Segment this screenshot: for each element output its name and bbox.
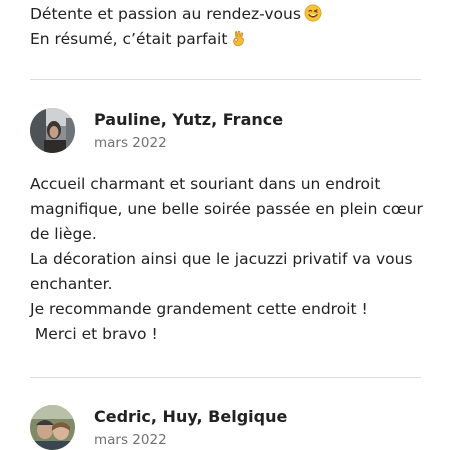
review-line: La décoration ainsi que le jacuzzi priva…	[30, 250, 413, 268]
review-line: magnifique, une belle soirée passée en p…	[30, 200, 423, 218]
avatar[interactable]	[30, 108, 75, 153]
divider	[30, 377, 421, 378]
avatar[interactable]	[30, 405, 75, 450]
review-date: mars 2022	[94, 135, 167, 151]
reviewer-name[interactable]: Cedric, Huy, Belgique	[94, 407, 287, 426]
review-line: Détente et passion au rendez-vous	[30, 2, 430, 27]
review-date: mars 2022	[94, 432, 167, 448]
review-line: de liège.	[30, 225, 97, 243]
review-line: enchanter.	[30, 275, 113, 293]
winking-face-emoji-icon	[304, 4, 322, 22]
previous-review-text: Détente et passion au rendez-vous En rés…	[30, 2, 430, 52]
reviewer-name[interactable]: Pauline, Yutz, France	[94, 110, 283, 129]
review-line: Je recommande grandement cette endroit !	[30, 300, 368, 318]
review-line: En résumé, c’était parfait	[30, 27, 430, 52]
divider	[30, 79, 421, 80]
review-line: Merci et bravo !	[30, 325, 158, 343]
review-line: Accueil charmant et souriant dans un end…	[30, 175, 381, 193]
review-text: Accueil charmant et souriant dans un end…	[30, 172, 430, 347]
ok-hand-emoji-icon	[233, 30, 245, 47]
